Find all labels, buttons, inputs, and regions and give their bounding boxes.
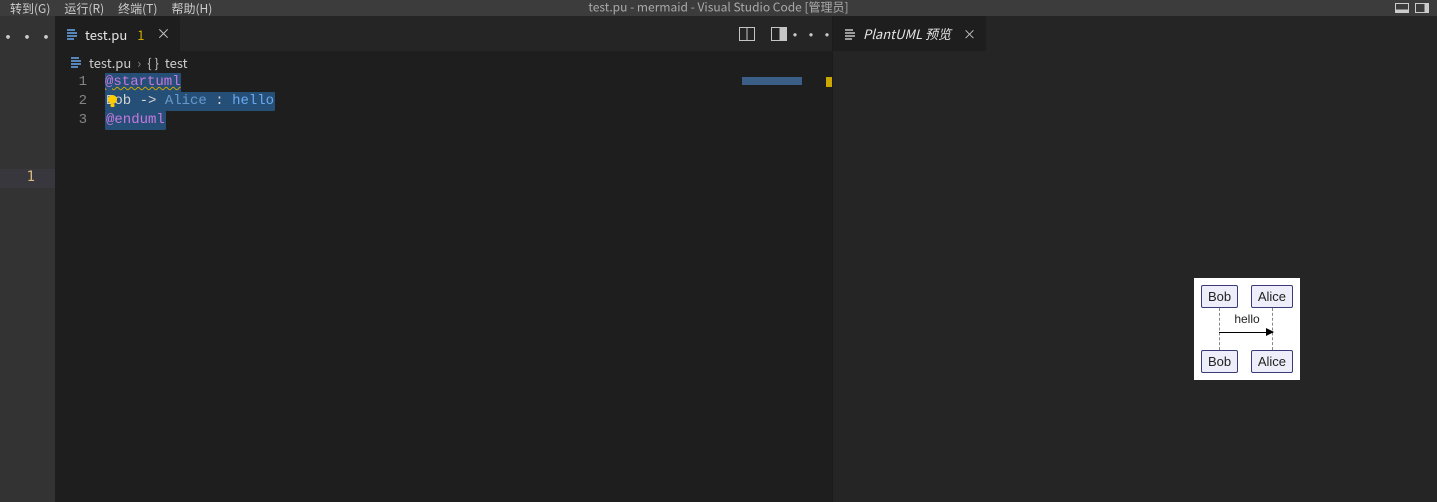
line-number: 2 [55, 92, 87, 111]
preview-tab-title: PlantUML 预览 [863, 24, 951, 43]
preview-tab-bar: PlantUML 预览 × [833, 16, 1437, 51]
minimap-warning-marker [826, 77, 832, 87]
minimap[interactable] [742, 73, 832, 502]
editor-group: test.pu 1 × ··· test.pu › { } test [55, 16, 833, 502]
breadcrumb-file[interactable]: test.pu [89, 53, 131, 72]
menu-help[interactable]: 帮助(H) [165, 0, 218, 16]
preview-body[interactable]: Bob Alice hello Bob Alice [833, 51, 1437, 502]
window-layout-icons [1395, 2, 1437, 14]
tab-test-pu[interactable]: test.pu 1 × [55, 16, 181, 51]
breadcrumb-separator: › [137, 53, 141, 72]
editor-actions: ··· [736, 16, 832, 51]
preview-icon [843, 27, 857, 41]
menu-bar: 转到(G) 运行(R) 终端(T) 帮助(H) [0, 0, 218, 16]
line-number: 3 [55, 111, 87, 130]
diagram-actor-a-top: Bob [1201, 285, 1238, 308]
menu-term[interactable]: 终端(T) [112, 0, 163, 16]
code-token-directive: @startuml [105, 73, 181, 92]
code-token-directive: @enduml [105, 111, 166, 130]
menu-goto[interactable]: 转到(G) [4, 0, 56, 16]
code-token: Bob -> Alice : hello [105, 92, 275, 111]
diagram-actor-b-top: Alice [1251, 285, 1293, 308]
toggle-panel-icon[interactable] [1395, 2, 1409, 14]
plantuml-diagram: Bob Alice hello Bob Alice [1195, 279, 1299, 379]
line-number: 1 [55, 73, 87, 92]
tab-close-icon[interactable]: × [156, 27, 170, 41]
lightbulb-icon[interactable] [105, 93, 120, 110]
breadcrumb[interactable]: test.pu › { } test [55, 51, 832, 73]
breadcrumb-file-icon [69, 55, 83, 69]
diagram-actor-a-bottom: Bob [1201, 350, 1238, 373]
preview-tab-close-icon[interactable]: × [963, 24, 976, 43]
code-editor[interactable]: 1 2 3 @startuml Bob -> Alice : hello @en… [55, 73, 832, 502]
symbol-namespace-icon: { } [147, 53, 159, 72]
window-title: test.pu - mermaid - Visual Studio Code [… [588, 0, 848, 16]
activity-bar: ··· [0, 16, 55, 502]
title-bar: 转到(G) 运行(R) 终端(T) 帮助(H) test.pu - mermai… [0, 0, 1437, 16]
diagram-message-label: hello [1201, 312, 1293, 326]
code-content[interactable]: @startuml Bob -> Alice : hello @enduml [105, 73, 832, 502]
breadcrumb-symbol[interactable]: test [165, 53, 188, 72]
line-number-gutter: 1 2 3 [55, 73, 105, 502]
file-icon [65, 27, 79, 41]
tab-plantuml-preview[interactable]: PlantUML 预览 × [833, 16, 986, 51]
main-area: ··· 1 test.pu 1 × ··· [0, 16, 1437, 502]
editor-more-icon[interactable]: ··· [800, 23, 822, 45]
toggle-sidebar-icon[interactable] [1415, 2, 1429, 14]
tab-filename: test.pu [85, 25, 127, 44]
editor-tab-bar: test.pu 1 × ··· [55, 16, 832, 51]
menu-run[interactable]: 运行(R) [58, 0, 110, 16]
diagram-actor-b-bottom: Alice [1251, 350, 1293, 373]
diagram-arrow-icon [1219, 332, 1273, 333]
search-hit-line[interactable]: 1 [0, 169, 55, 188]
split-editor-right-icon[interactable] [736, 23, 758, 45]
preview-group: PlantUML 预览 × Bob Alice hello Bob Alice [833, 16, 1437, 502]
activity-overflow-icon[interactable]: ··· [0, 24, 56, 50]
minimap-selection [742, 77, 802, 85]
tab-problems-badge: 1 [137, 25, 144, 44]
